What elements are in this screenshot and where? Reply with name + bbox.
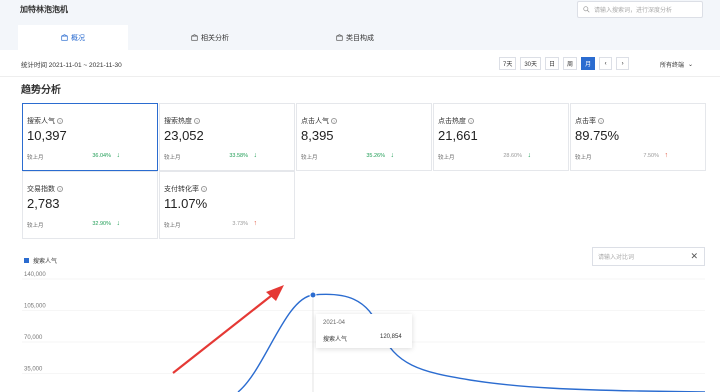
metric-value: 11.07%	[164, 196, 208, 211]
metric-label: 点击人气?	[301, 116, 337, 126]
filter-bar: 统计时间 2021-11-01 ~ 2021-11-30 7天 30天 日 周 …	[0, 50, 720, 77]
metric-value: 10,397	[27, 128, 67, 143]
app-title: 加特林泡泡机	[20, 5, 68, 14]
home-icon	[336, 34, 343, 41]
info-icon[interactable]: ?	[468, 118, 474, 124]
chart-tooltip: 2021-04 搜索人气 120,854	[316, 314, 412, 348]
metric-label-text: 点击热度	[438, 118, 466, 125]
terminal-select[interactable]: 所有终端 ⌄	[660, 60, 693, 69]
metric-compare-label: 较上月	[164, 223, 181, 229]
period-selector: 7天 30天 日 周 月 ‹ ›	[499, 57, 630, 70]
metric-compare-label: 较上月	[301, 155, 318, 161]
home-icon	[191, 34, 198, 41]
arrow-up-icon: ↑	[253, 220, 258, 227]
metric-card[interactable]: 点击率? 89.75% 较上月 7.50% ↑	[570, 103, 706, 171]
metric-card[interactable]: 搜索人气? 10,397 较上月 36.04% ↓	[22, 103, 158, 171]
chevron-right-icon: ›	[621, 60, 624, 67]
metric-change-pct: 35.26%	[366, 153, 385, 159]
arrow-down-icon: ↓	[390, 152, 395, 159]
y-tick-label: 105,000	[24, 304, 46, 310]
arrow-down-icon: ↓	[527, 152, 532, 159]
period-30d-button[interactable]: 30天	[520, 57, 542, 70]
metric-compare-label: 较上月	[27, 155, 44, 161]
y-tick-label: 140,000	[24, 272, 46, 278]
tab-related-analysis-label: 相关分析	[201, 34, 229, 42]
tab-related-analysis[interactable]: 相关分析	[155, 25, 265, 50]
search-input[interactable]: 请输入搜索词，进行深度分析	[577, 1, 703, 18]
tab-overview[interactable]: 概况	[18, 25, 128, 50]
info-icon[interactable]: ?	[331, 118, 337, 124]
period-day-button[interactable]: 日	[545, 57, 560, 70]
tooltip-date: 2021-04	[323, 320, 346, 326]
arrow-down-icon: ↓	[116, 220, 121, 227]
info-icon[interactable]: ?	[57, 186, 63, 192]
top-bar: 加特林泡泡机 请输入搜索词，进行深度分析 概况 相关分析 类目构成	[0, 0, 720, 50]
series-line-search-popularity	[237, 293, 706, 392]
y-tick-label: 35,000	[24, 367, 43, 373]
metric-card[interactable]: 支付转化率? 11.07% 较上月 3.73% ↑	[159, 171, 295, 239]
info-icon[interactable]: ?	[201, 186, 207, 192]
metric-label: 交易指数?	[27, 184, 63, 194]
metric-label-text: 支付转化率	[164, 186, 199, 193]
metric-compare-label: 较上月	[438, 155, 455, 161]
search-placeholder: 请输入搜索词，进行深度分析	[594, 8, 673, 14]
metric-label-text: 点击率	[575, 118, 596, 125]
metric-value: 8,395	[301, 128, 334, 143]
next-period-button[interactable]: ›	[616, 57, 630, 70]
tab-overview-label: 概况	[71, 34, 85, 42]
y-tick-label: 70,000	[24, 335, 43, 341]
arrow-down-icon: ↓	[116, 152, 121, 159]
metric-label-text: 点击人气	[301, 118, 329, 125]
metric-label: 点击率?	[575, 116, 604, 126]
metric-change-pct: 3.73%	[232, 221, 248, 227]
chevron-left-icon: ‹	[604, 60, 607, 67]
metric-change-pct: 36.04%	[92, 153, 111, 159]
metric-change-pct: 28.60%	[503, 153, 522, 159]
metric-label: 支付转化率?	[164, 184, 207, 194]
period-month-button[interactable]: 月	[581, 57, 596, 70]
metric-card[interactable]: 点击热度? 21,661 较上月 28.60% ↓	[433, 103, 569, 171]
metric-card[interactable]: 交易指数? 2,783 较上月 32.90% ↓	[22, 171, 158, 239]
metric-value: 21,661	[438, 128, 478, 143]
tooltip-value: 120,854	[380, 334, 402, 340]
search-icon	[583, 6, 590, 13]
info-icon[interactable]: ?	[194, 118, 200, 124]
metric-card[interactable]: 搜索热度? 23,052 较上月 33.58% ↓	[159, 103, 295, 171]
metric-label: 搜索热度?	[164, 116, 200, 126]
prev-period-button[interactable]: ‹	[599, 57, 613, 70]
period-week-button[interactable]: 周	[563, 57, 578, 70]
metric-value: 2,783	[27, 196, 60, 211]
metric-label: 搜索人气?	[27, 116, 63, 126]
arrow-down-icon: ↓	[253, 152, 258, 159]
metric-label-text: 搜索热度	[164, 118, 192, 125]
metric-label-text: 交易指数	[27, 186, 55, 193]
metric-label: 点击热度?	[438, 116, 474, 126]
info-icon[interactable]: ?	[598, 118, 604, 124]
metric-compare-label: 较上月	[27, 223, 44, 229]
date-range: 统计时间 2021-11-01 ~ 2021-11-30	[21, 62, 122, 69]
tab-category-label: 类目构成	[346, 34, 374, 42]
annotation-arrow	[172, 291, 277, 374]
metric-change-pct: 33.58%	[229, 153, 248, 159]
metric-label-text: 搜索人气	[27, 118, 55, 125]
home-icon	[61, 34, 68, 41]
chevron-down-icon: ⌄	[688, 62, 694, 68]
info-icon[interactable]: ?	[57, 118, 63, 124]
tooltip-label: 搜索人气	[323, 337, 348, 343]
section-title: 趋势分析	[21, 85, 61, 96]
metric-change-pct: 7.50%	[643, 153, 659, 159]
metric-value: 23,052	[164, 128, 204, 143]
period-7d-button[interactable]: 7天	[499, 57, 517, 70]
metric-value: 89.75%	[575, 128, 620, 143]
terminal-select-value: 所有终端	[660, 63, 685, 69]
tab-category[interactable]: 类目构成	[300, 25, 410, 50]
metric-compare-label: 较上月	[575, 155, 592, 161]
tab-bar: 概况 相关分析 类目构成	[0, 25, 720, 50]
metric-card[interactable]: 点击人气? 8,395 较上月 35.26% ↓	[296, 103, 432, 171]
arrow-up-icon: ↑	[664, 152, 669, 159]
metric-compare-label: 较上月	[164, 155, 181, 161]
metric-change-pct: 32.90%	[92, 221, 111, 227]
highlighted-data-point	[309, 291, 317, 299]
